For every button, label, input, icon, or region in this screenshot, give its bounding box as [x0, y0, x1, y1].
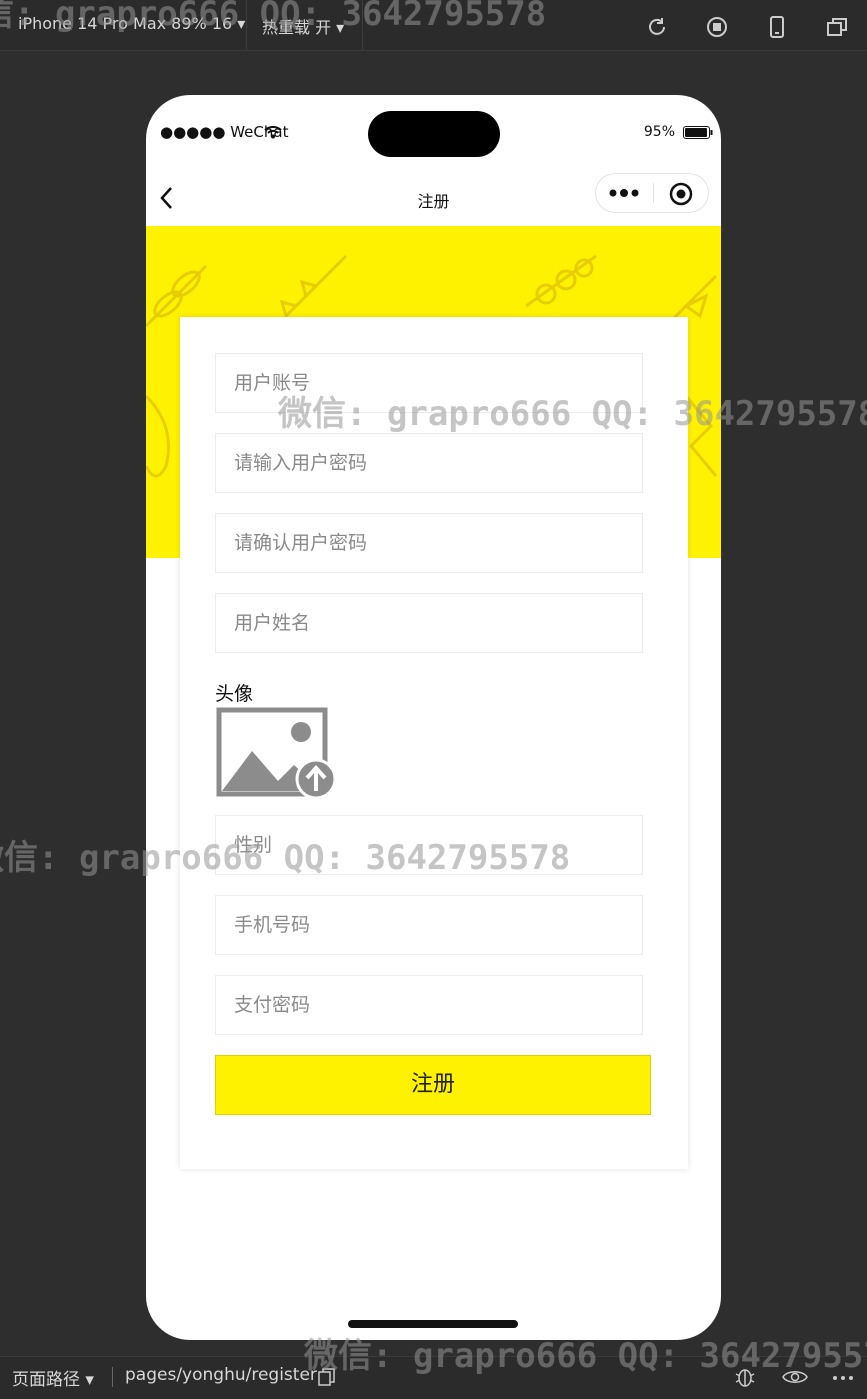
device-selector[interactable]: iPhone 14 Pro Max 89% 16 ▾ [18, 14, 245, 33]
phone-icon[interactable] [766, 16, 788, 38]
copy-icon[interactable] [318, 1368, 336, 1386]
simulator-toolbar: iPhone 14 Pro Max 89% 16 ▾ 热重载 开 ▾ [0, 0, 867, 51]
register-button[interactable]: 注册 [215, 1055, 651, 1115]
page-path: pages/yonghu/register [125, 1365, 317, 1385]
gender-input[interactable] [216, 816, 642, 874]
close-program-icon[interactable] [669, 182, 693, 206]
toolbar-divider [246, 0, 247, 50]
battery-icon [683, 126, 713, 139]
capsule-divider [653, 183, 654, 203]
phone-number-field[interactable] [215, 895, 643, 955]
toolbar-divider [362, 0, 363, 50]
stop-icon[interactable] [706, 16, 728, 38]
username-field[interactable] [215, 353, 643, 413]
window-icon[interactable] [826, 16, 848, 38]
real-name-field[interactable] [215, 593, 643, 653]
page-path-selector[interactable]: 页面路径 ▾ [12, 1365, 94, 1390]
password-field[interactable] [215, 433, 643, 493]
preview-eye-icon[interactable] [782, 1368, 808, 1386]
dynamic-island [368, 111, 500, 157]
real-name-input[interactable] [216, 594, 642, 652]
home-indicator [348, 1320, 518, 1328]
confirm-password-field[interactable] [215, 513, 643, 573]
debug-icon[interactable] [734, 1366, 756, 1388]
phone-number-input[interactable] [216, 896, 642, 954]
avatar-label: 头像 [215, 683, 254, 705]
password-input[interactable] [216, 434, 642, 492]
pay-password-field[interactable] [215, 975, 643, 1035]
mini-program-capsule [595, 173, 709, 213]
refresh-icon[interactable] [646, 16, 668, 38]
more-icon[interactable] [609, 188, 639, 198]
gender-field[interactable] [215, 815, 643, 875]
confirm-password-input[interactable] [216, 514, 642, 572]
username-input[interactable] [216, 354, 642, 412]
image-upload-icon[interactable] [216, 707, 340, 801]
pay-password-input[interactable] [216, 976, 642, 1034]
wifi-icon [264, 126, 282, 139]
more-options-icon[interactable] [832, 1375, 854, 1381]
hot-reload-toggle[interactable]: 热重载 开 ▾ [262, 14, 344, 38]
register-form-card: 头像 注册 [180, 317, 688, 1169]
simulator-bottom-bar: 页面路径 ▾ pages/yonghu/register [0, 1356, 867, 1399]
phone-frame: ●●●●● WeChat 95% 注册 头像 [146, 95, 721, 1340]
bottom-divider [112, 1367, 113, 1387]
battery-percent: 95% [643, 124, 675, 140]
